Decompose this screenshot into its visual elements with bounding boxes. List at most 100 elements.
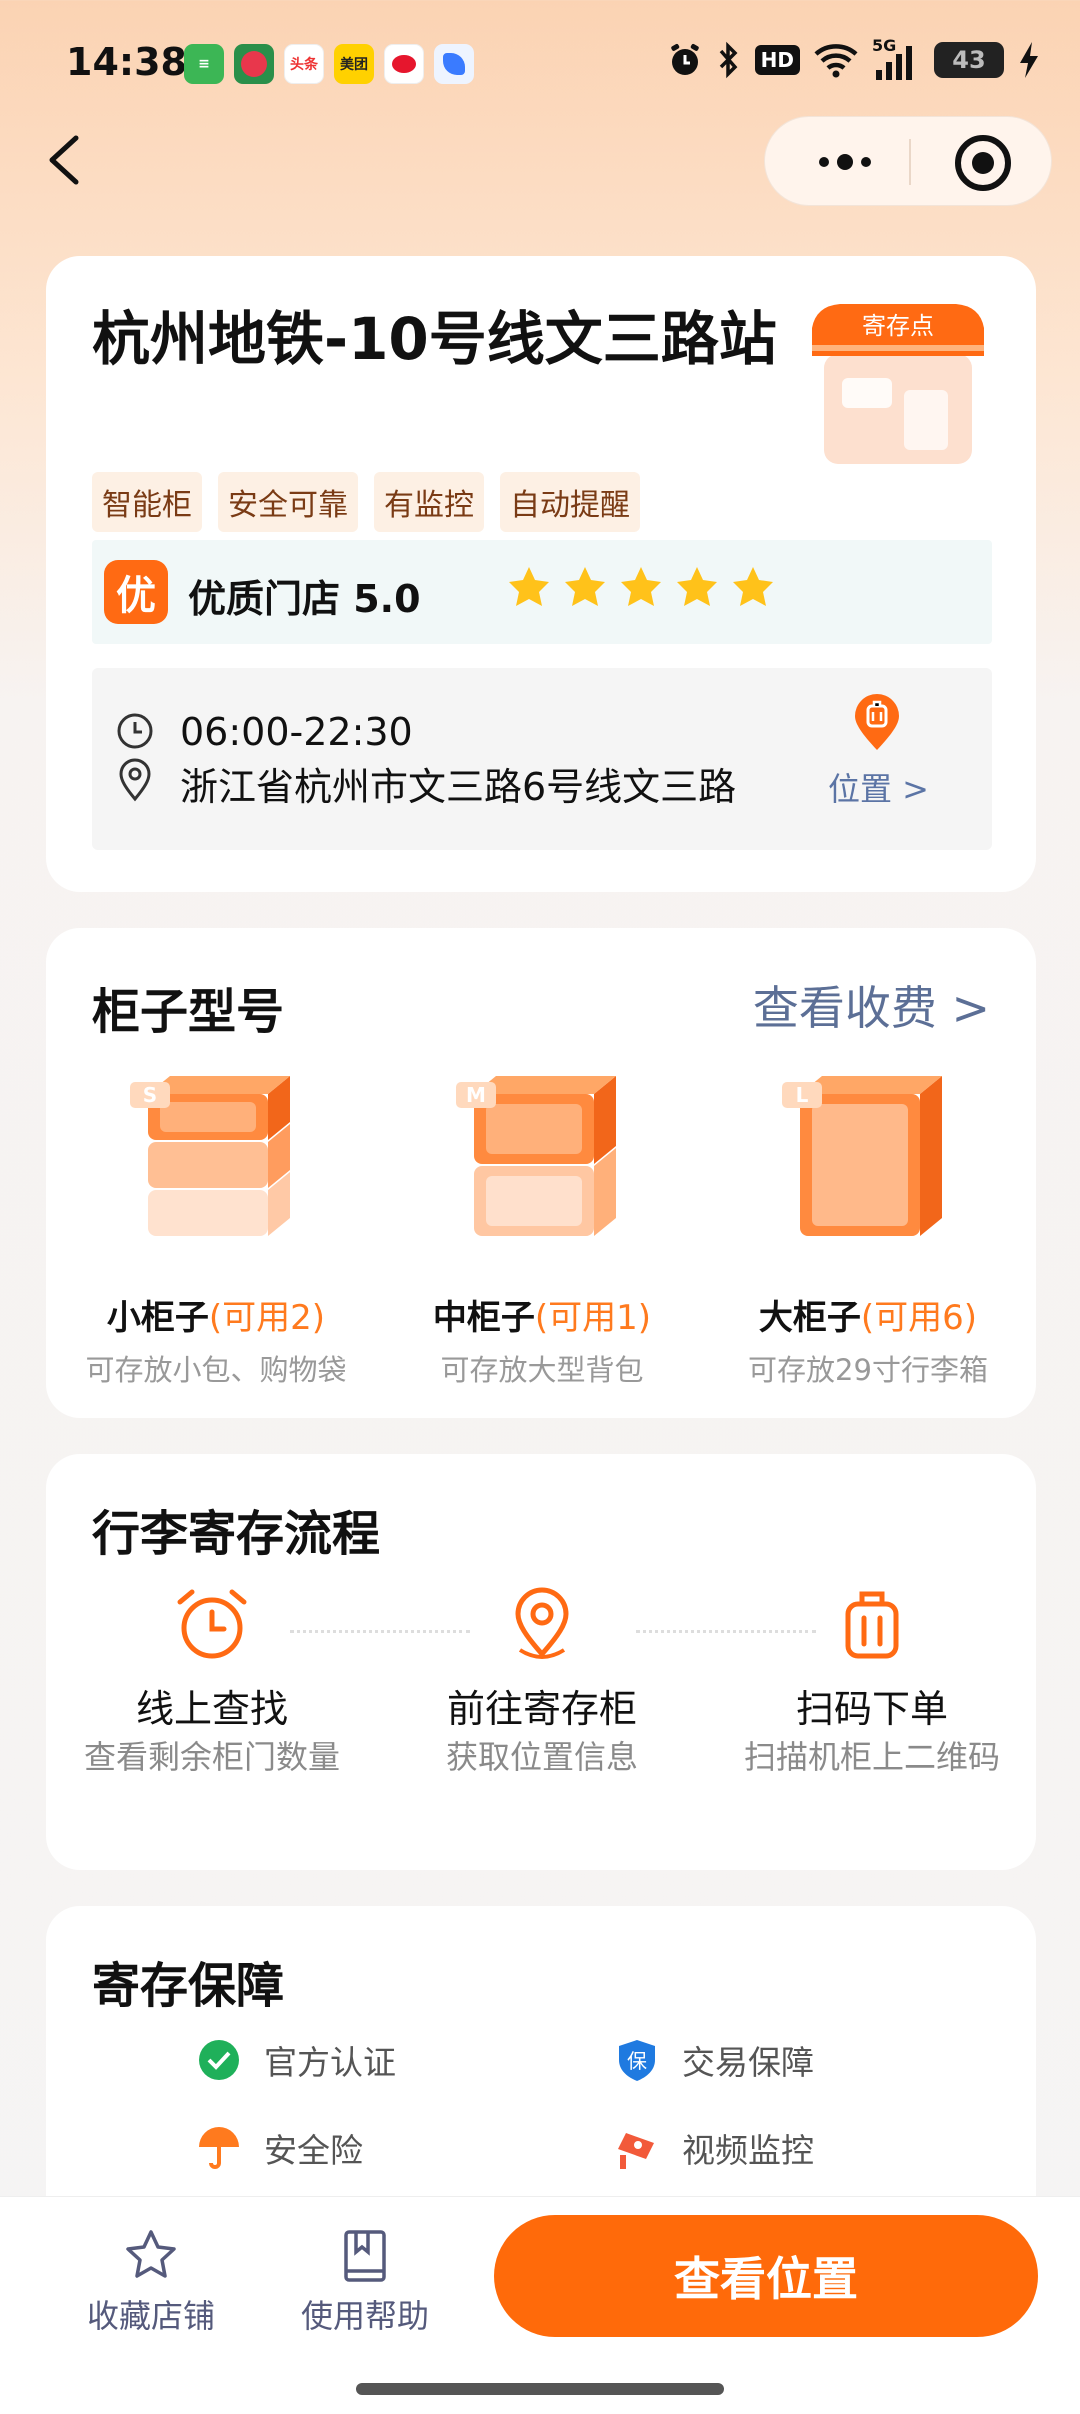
charging-icon <box>1020 42 1038 78</box>
cabinet-size-label: M <box>466 1083 486 1107</box>
large-cabinet-icon: L <box>782 1076 942 1236</box>
cabinet-size-label: L <box>796 1083 809 1107</box>
favorite-label: 收藏店铺 <box>86 2297 215 2335</box>
message-app-icon: ≡ <box>184 44 224 84</box>
cabinet-name: 小柜子(可用2) <box>66 1290 366 1339</box>
cabinet-name-text: 大柜子 <box>758 1298 861 1338</box>
clock-icon <box>117 713 153 749</box>
location-pin-icon <box>515 1587 569 1659</box>
guarantee-section-title: 寄存保障 <box>92 1958 285 2014</box>
cabinet-name-text: 小柜子 <box>106 1298 209 1338</box>
rating-stars <box>506 564 776 610</box>
star-icon <box>509 567 549 606</box>
step-title: 前往寄存柜 <box>446 1687 637 1731</box>
view-location-link[interactable]: 位置 > <box>828 764 929 810</box>
alarm-clock-icon <box>177 1589 247 1659</box>
toutiao-app-icon: 头条 <box>284 44 324 84</box>
cabinet-large[interactable]: L 大柜子(可用6) 可存放29寸行李箱 <box>718 1070 1018 1389</box>
shop-sign-text: 寄存点 <box>862 312 934 340</box>
shield-icon: 保 <box>619 2040 655 2081</box>
store-name: 杭州地铁-10号线文三路站 <box>92 305 777 373</box>
lychee-app-icon <box>234 44 274 84</box>
close-mini-program-button[interactable] <box>955 135 1011 191</box>
umbrella-icon <box>199 2127 239 2169</box>
notification-icons: ≡ 头条 美团 <box>184 44 474 84</box>
guarantee-item: 保 交易保障 <box>614 2036 814 2084</box>
guarantee-item: 安全险 <box>196 2124 363 2172</box>
status-bar: 14:38 ≡ 头条 美团 HD 5G 43 <box>0 0 1080 130</box>
quality-rating-bar: 优 优质门店 5.0 <box>92 540 992 644</box>
process-step: 线上查找 查看剩余柜门数量 <box>82 1582 342 1777</box>
book-icon <box>344 2230 386 2282</box>
store-tag: 自动提醒 <box>500 472 640 532</box>
bottom-action-bar: 收藏店铺 使用帮助 查看位置 <box>0 2196 1080 2414</box>
store-tags: 智能柜 安全可靠 有监控 自动提醒 <box>92 472 640 532</box>
store-tag: 有监控 <box>374 472 484 532</box>
step-description: 查看剩余柜门数量 <box>83 1738 340 1776</box>
view-location-button[interactable]: 查看位置 <box>494 2215 1038 2337</box>
star-icon <box>677 567 717 606</box>
store-tag: 安全可靠 <box>218 472 358 532</box>
shield-glyph: 保 <box>627 2049 647 2073</box>
hd-badge: HD <box>754 45 800 75</box>
map-pin-icon[interactable] <box>850 692 904 754</box>
wifi-icon <box>814 44 858 78</box>
cabinet-description: 可存放大型背包 <box>440 1353 644 1387</box>
process-section-title: 行李寄存流程 <box>92 1506 381 1562</box>
step-title: 扫码下单 <box>795 1687 948 1731</box>
weibo-app-icon <box>384 44 424 84</box>
guarantee-label: 交易保障 <box>682 2043 814 2082</box>
feather-app-icon <box>434 44 474 84</box>
store-info-card: 杭州地铁-10号线文三路站 寄存点 智能柜 安全可靠 有监控 自动提醒 优 优质… <box>46 256 1036 892</box>
home-indicator[interactable] <box>356 2383 724 2395</box>
cabinet-small[interactable]: S 小柜子(可用2) 可存放小包、购物袋 <box>66 1070 366 1389</box>
capsule-divider <box>909 139 911 185</box>
quality-badge-icon: 优 <box>104 560 168 624</box>
cabinet-medium[interactable]: M 中柜子(可用1) 可存放大型背包 <box>392 1070 692 1389</box>
medium-cabinet-icon: M <box>456 1076 616 1236</box>
small-cabinet-icon: S <box>130 1076 290 1236</box>
camera-icon <box>618 2133 654 2169</box>
cabinet-name: 大柜子(可用6) <box>718 1290 1018 1339</box>
guarantee-label: 安全险 <box>264 2131 363 2170</box>
star-icon <box>565 567 605 606</box>
guarantee-item: 视频监控 <box>614 2124 814 2172</box>
view-fees-link[interactable]: 查看收费 > <box>753 972 990 1038</box>
step-title: 线上查找 <box>135 1687 288 1731</box>
help-label: 使用帮助 <box>300 2297 429 2335</box>
process-step: 扫码下单 扫描机柜上二维码 <box>742 1582 1002 1777</box>
usage-help-button[interactable]: 使用帮助 <box>290 2227 440 2337</box>
storefront-icon: 寄存点 <box>812 304 984 464</box>
favorite-store-button[interactable]: 收藏店铺 <box>76 2227 226 2337</box>
status-time: 14:38 <box>66 40 187 84</box>
store-address-box: 06:00-22:30 浙江省杭州市文三路6号线文三路 位置 > <box>92 668 992 850</box>
signal-icon: 5G <box>872 36 920 80</box>
guarantee-item: 官方认证 <box>196 2036 396 2084</box>
store-tag: 智能柜 <box>92 472 202 532</box>
star-icon <box>733 567 773 606</box>
cabinet-types-card: 柜子型号 查看收费 > S 小柜子(可用2) 可存放小包、购物袋 M 中柜子(可… <box>46 928 1036 1418</box>
status-right: HD 5G 43 <box>667 36 1040 80</box>
cabinet-size-label: S <box>143 1083 157 1107</box>
cabinet-availability: (可用2) <box>208 1298 326 1338</box>
meituan-app-icon: 美团 <box>334 44 374 84</box>
cabinet-availability: (可用1) <box>534 1298 652 1338</box>
step-description: 获取位置信息 <box>445 1738 638 1776</box>
process-step: 前往寄存柜 获取位置信息 <box>412 1582 672 1777</box>
cabinet-description: 可存放29寸行李箱 <box>748 1353 988 1387</box>
more-options-button[interactable] <box>805 139 885 185</box>
back-button[interactable] <box>38 130 98 190</box>
cabinet-section-title: 柜子型号 <box>92 984 285 1040</box>
cabinet-availability: (可用6) <box>860 1298 978 1338</box>
business-hours: 06:00-22:30 <box>180 710 413 754</box>
storage-process-card: 行李寄存流程 线上查找 查看剩余柜门数量 前往寄存柜 获取位置信息 扫码下单 扫… <box>46 1454 1036 1870</box>
luggage-icon <box>845 1591 899 1659</box>
battery-indicator: 43 <box>934 42 1004 78</box>
location-icon <box>119 758 151 802</box>
cabinet-name: 中柜子(可用1) <box>392 1290 692 1339</box>
verified-icon <box>199 2040 239 2080</box>
star-icon <box>621 567 661 606</box>
guarantee-label: 视频监控 <box>682 2131 814 2170</box>
step-description: 扫描机柜上二维码 <box>743 1738 1000 1776</box>
cabinet-name-text: 中柜子 <box>432 1298 535 1338</box>
